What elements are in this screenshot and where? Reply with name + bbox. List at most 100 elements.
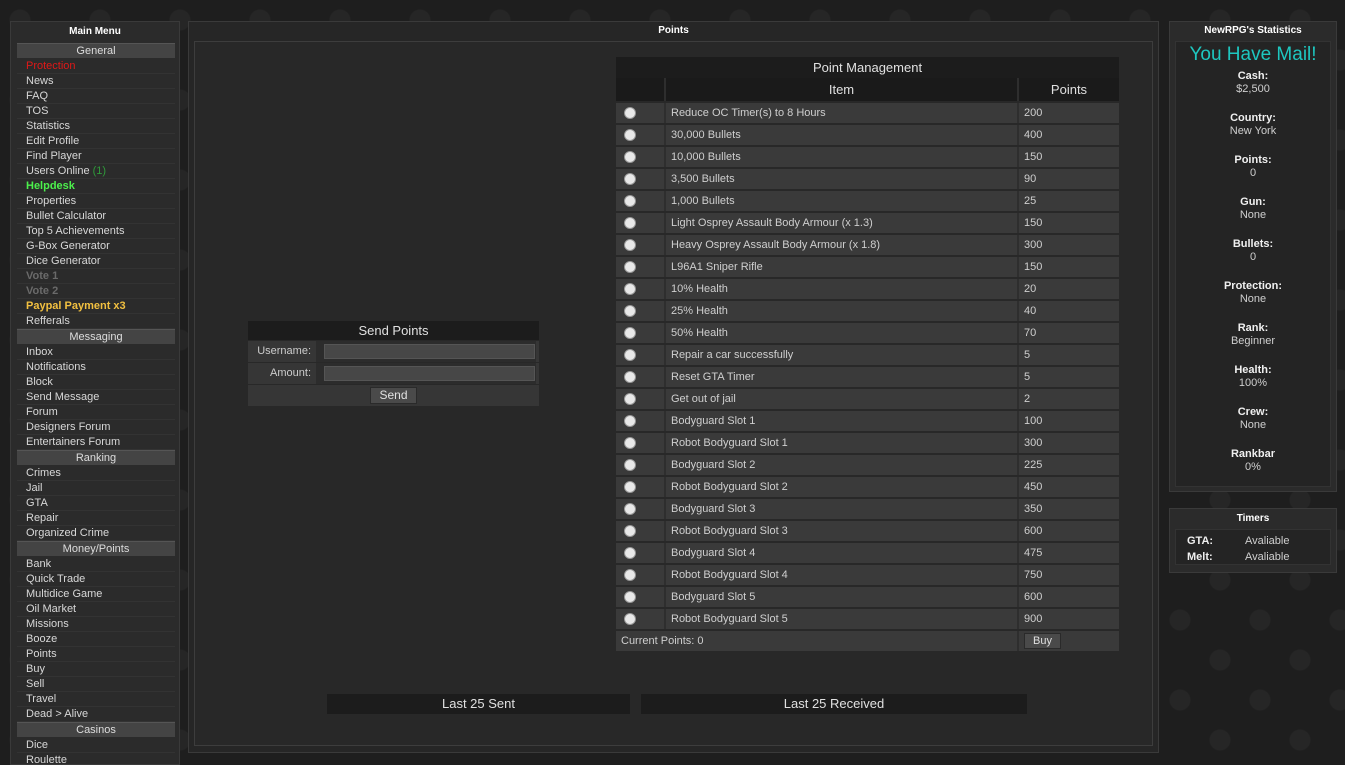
- item-radio[interactable]: [624, 195, 636, 208]
- menu-item-designers-forum[interactable]: Designers Forum: [17, 420, 175, 435]
- menu-item-repair[interactable]: Repair: [17, 511, 175, 526]
- item-name: L96A1 Sniper Rifle: [664, 257, 1017, 277]
- item-points: 5: [1017, 345, 1119, 365]
- timer-melt: Melt: Avaliable: [1176, 549, 1330, 565]
- menu-item-buy[interactable]: Buy: [17, 662, 175, 677]
- menu-item-properties[interactable]: Properties: [17, 194, 175, 209]
- menu-item-vote-2[interactable]: Vote 2: [17, 284, 175, 299]
- item-radio[interactable]: [624, 437, 636, 450]
- item-radio[interactable]: [624, 569, 636, 582]
- menu-item-block[interactable]: Block: [17, 375, 175, 390]
- menu-item-quick-trade[interactable]: Quick Trade: [17, 572, 175, 587]
- menu-item-label: Refferals: [26, 315, 70, 327]
- item-radio[interactable]: [624, 261, 636, 274]
- statistics-list: Cash: $2,500 Country: New York Points: 0 Gun: N…: [1176, 70, 1330, 490]
- menu-item-organized-crime[interactable]: Organized Crime: [17, 526, 175, 541]
- item-name: 50% Health: [664, 323, 1017, 343]
- menu-item-label: Inbox: [26, 346, 53, 358]
- item-radio[interactable]: [624, 151, 636, 164]
- menu-item-label: Points: [26, 648, 57, 660]
- menu-item-travel[interactable]: Travel: [17, 692, 175, 707]
- menu-item-oil-market[interactable]: Oil Market: [17, 602, 175, 617]
- item-name: 25% Health: [664, 301, 1017, 321]
- menu-item-label: Travel: [26, 693, 57, 705]
- statistics-body: You Have Mail! Cash: $2,500 Country: New Yo…: [1175, 41, 1331, 487]
- mail-notice[interactable]: You Have Mail!: [1176, 44, 1330, 70]
- item-name: Repair a car successfully: [664, 345, 1017, 365]
- menu-item-edit-profile[interactable]: Edit Profile: [17, 134, 175, 149]
- item-name: Reset GTA Timer: [664, 367, 1017, 387]
- menu-item-booze[interactable]: Booze: [17, 632, 175, 647]
- menu-item-label: Bullet Calculator: [26, 210, 107, 222]
- menu-item-bank[interactable]: Bank: [17, 557, 175, 572]
- item-radio[interactable]: [624, 371, 636, 384]
- menu-item-gta[interactable]: GTA: [17, 496, 175, 511]
- menu-item-dice-generator[interactable]: Dice Generator: [17, 254, 175, 269]
- menu-item-sell[interactable]: Sell: [17, 677, 175, 692]
- buy-button[interactable]: Buy: [1024, 633, 1061, 649]
- username-input[interactable]: [324, 344, 535, 359]
- stat-value: 0%: [1245, 461, 1261, 473]
- menu-section-messaging: Messaging: [17, 329, 175, 344]
- menu-item-protection[interactable]: Protection: [17, 59, 175, 74]
- menu-item-bullet-calculator[interactable]: Bullet Calculator: [17, 209, 175, 224]
- table-row: Bodyguard Slot 5 600: [616, 587, 1119, 607]
- stat-label: Rankbar: [1230, 448, 1276, 460]
- item-radio[interactable]: [624, 481, 636, 494]
- item-radio[interactable]: [624, 305, 636, 318]
- item-radio[interactable]: [624, 503, 636, 516]
- menu-section-ranking: Ranking: [17, 450, 175, 465]
- item-radio[interactable]: [624, 129, 636, 142]
- item-radio[interactable]: [624, 547, 636, 560]
- menu-item-find-player[interactable]: Find Player: [17, 149, 175, 164]
- item-points: 150: [1017, 147, 1119, 167]
- item-radio[interactable]: [624, 217, 636, 230]
- menu-item-news[interactable]: News: [17, 74, 175, 89]
- menu-item-refferals[interactable]: Refferals: [17, 314, 175, 329]
- menu-item-send-message[interactable]: Send Message: [17, 390, 175, 405]
- amount-input[interactable]: [324, 366, 535, 381]
- item-name: Bodyguard Slot 3: [664, 499, 1017, 519]
- menu-item-notifications[interactable]: Notifications: [17, 360, 175, 375]
- item-radio[interactable]: [624, 173, 636, 186]
- menu-item-points[interactable]: Points: [17, 647, 175, 662]
- menu-item-statistics[interactable]: Statistics: [17, 119, 175, 134]
- table-row: Reduce OC Timer(s) to 8 Hours 200: [616, 103, 1119, 123]
- item-radio[interactable]: [624, 107, 636, 120]
- menu-item-roulette[interactable]: Roulette: [17, 753, 175, 764]
- menu-item-forum[interactable]: Forum: [17, 405, 175, 420]
- item-radio[interactable]: [624, 283, 636, 296]
- select-cell: [616, 213, 664, 233]
- item-radio[interactable]: [624, 459, 636, 472]
- menu-item-multidice-game[interactable]: Multidice Game: [17, 587, 175, 602]
- item-radio[interactable]: [624, 393, 636, 406]
- item-radio[interactable]: [624, 327, 636, 340]
- item-radio[interactable]: [624, 239, 636, 252]
- menu-item-top-5-achievements[interactable]: Top 5 Achievements: [17, 224, 175, 239]
- menu-item-g-box-generator[interactable]: G-Box Generator: [17, 239, 175, 254]
- item-radio[interactable]: [624, 415, 636, 428]
- menu-item-helpdesk[interactable]: Helpdesk: [17, 179, 175, 194]
- menu-item-inbox[interactable]: Inbox: [17, 345, 175, 360]
- menu-item-paypal-payment-x3[interactable]: Paypal Payment x3: [17, 299, 175, 314]
- menu-item-users-online[interactable]: Users Online (1): [17, 164, 175, 179]
- select-cell: [616, 587, 664, 607]
- stat-value: None: [1239, 419, 1267, 431]
- item-radio[interactable]: [624, 349, 636, 362]
- menu-item-dice[interactable]: Dice: [17, 738, 175, 753]
- menu-item-missions[interactable]: Missions: [17, 617, 175, 632]
- menu-item-jail[interactable]: Jail: [17, 481, 175, 496]
- send-button[interactable]: Send: [370, 387, 417, 404]
- menu-item-faq[interactable]: FAQ: [17, 89, 175, 104]
- item-radio[interactable]: [624, 525, 636, 538]
- stat-health: Health: 100%: [1176, 364, 1330, 406]
- item-radio[interactable]: [624, 613, 636, 626]
- menu-item-label: G-Box Generator: [26, 240, 110, 252]
- menu-item-dead-alive[interactable]: Dead > Alive: [17, 707, 175, 722]
- menu-item-crimes[interactable]: Crimes: [17, 466, 175, 481]
- menu-item-vote-1[interactable]: Vote 1: [17, 269, 175, 284]
- menu-item-tos[interactable]: TOS: [17, 104, 175, 119]
- item-radio[interactable]: [624, 591, 636, 604]
- menu-item-entertainers-forum[interactable]: Entertainers Forum: [17, 435, 175, 450]
- item-name: Bodyguard Slot 4: [664, 543, 1017, 563]
